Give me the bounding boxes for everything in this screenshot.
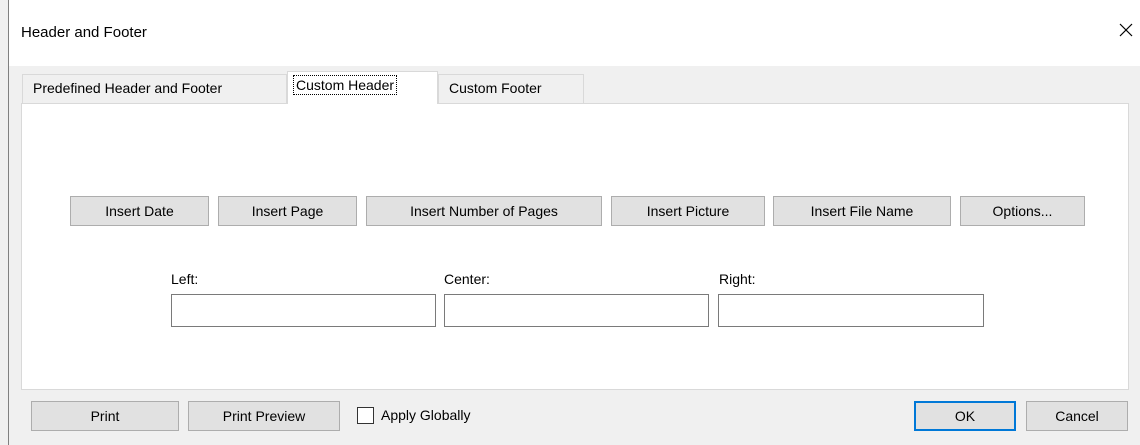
close-icon — [1119, 23, 1133, 37]
close-button[interactable] — [1112, 14, 1140, 46]
insert-page-button[interactable]: Insert Page — [218, 196, 357, 226]
options-button[interactable]: Options... — [960, 196, 1085, 226]
tab-label: Custom Footer — [449, 80, 542, 96]
cancel-button[interactable]: Cancel — [1026, 401, 1128, 431]
tab-custom-footer[interactable]: Custom Footer — [438, 74, 584, 103]
tab-custom-header[interactable]: Custom Header — [287, 71, 438, 104]
left-section-field[interactable] — [171, 294, 436, 327]
apply-globally-label[interactable]: Apply Globally — [381, 407, 471, 423]
tab-label: Custom Header — [292, 75, 398, 95]
insert-date-button[interactable]: Insert Date — [70, 196, 209, 226]
center-section-field[interactable] — [444, 294, 709, 327]
dialog-title: Header and Footer — [21, 24, 147, 41]
print-preview-button[interactable]: Print Preview — [188, 401, 340, 431]
title-bar: Header and Footer — [9, 0, 1140, 66]
tab-label: Predefined Header and Footer — [33, 80, 223, 96]
right-label: Right: — [719, 271, 756, 287]
header-footer-dialog: Header and Footer Predefined Header and … — [0, 0, 1140, 445]
insert-picture-button[interactable]: Insert Picture — [611, 196, 765, 226]
insert-file-name-button[interactable]: Insert File Name — [773, 196, 951, 226]
tab-predefined-header-footer[interactable]: Predefined Header and Footer — [22, 74, 287, 103]
print-button[interactable]: Print — [31, 401, 179, 431]
apply-globally-checkbox[interactable] — [357, 407, 374, 424]
ok-button[interactable]: OK — [914, 401, 1016, 431]
center-label: Center: — [444, 271, 490, 287]
window-border — [8, 0, 9, 445]
insert-number-of-pages-button[interactable]: Insert Number of Pages — [366, 196, 602, 226]
right-section-field[interactable] — [718, 294, 984, 327]
left-label: Left: — [171, 271, 199, 287]
tab-panel-custom-header — [21, 103, 1129, 390]
